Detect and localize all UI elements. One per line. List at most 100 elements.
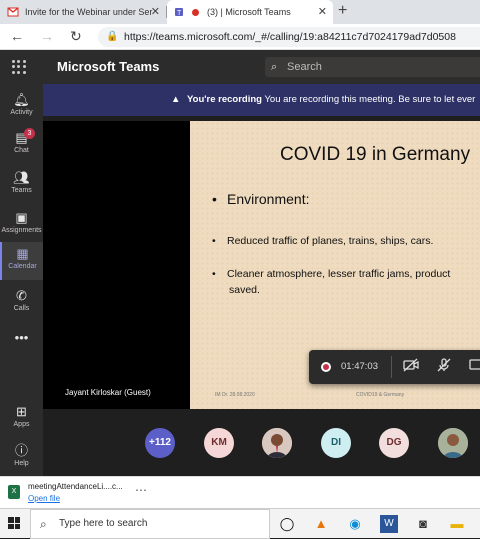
participant-name: Jayant Kirloskar (Guest)	[65, 388, 151, 397]
svg-text:T: T	[177, 10, 182, 17]
chat-icon: ▤	[15, 130, 28, 145]
slide-bullet-continued: saved.	[229, 284, 260, 296]
teams-people-icon: 👥︎	[13, 170, 30, 185]
slide-bullet: • Cleaner atmosphere, lesser traffic jams…	[212, 268, 451, 280]
app-launcher-icon[interactable]	[12, 60, 26, 74]
participant-photo-avatar[interactable]	[438, 428, 468, 458]
download-bar: X meetingAttendanceLi....c... Open file …	[0, 476, 480, 508]
recording-dot-icon	[192, 8, 199, 16]
rail-label: Calls	[13, 305, 30, 312]
new-tab-icon[interactable]: +	[338, 2, 347, 20]
meeting-timer: 01:47:03	[341, 361, 378, 372]
vlc-icon[interactable]: ▲	[312, 515, 330, 533]
close-tab-icon[interactable]: ✕	[318, 5, 327, 18]
app-rail: 🔔︎ Activity ▤ 3 Chat 👥︎ Teams ▣ Assignme…	[0, 84, 43, 476]
meeting-controls: 01:47:03	[309, 350, 480, 384]
phone-icon: ✆	[16, 288, 27, 303]
teams-header: Microsoft Teams ⌕ Search	[0, 50, 480, 84]
lock-icon: 🔒	[106, 31, 119, 42]
divider	[391, 356, 392, 378]
recording-banner-text: You are recording this meeting. Be sure …	[264, 94, 476, 105]
word-icon[interactable]: W	[380, 515, 398, 533]
assignments-icon: ▣	[15, 210, 28, 225]
search-icon: ⌕	[40, 517, 47, 531]
rail-label: Calendar	[8, 263, 37, 270]
rail-item-chat[interactable]: ▤ 3 Chat	[0, 126, 43, 164]
windows-taskbar: ⌕ Type here to search ◯ ▲ ◉ W ◙ ▬	[0, 508, 480, 539]
rail-item-apps[interactable]: ⊞ Apps	[0, 400, 43, 438]
browser-tab-teams[interactable]: T (3) | Microsoft Teams ✕	[167, 0, 333, 24]
windows-start-icon[interactable]	[8, 517, 20, 529]
camera-off-icon[interactable]	[403, 358, 419, 375]
slide-bullet: • Environment:	[212, 191, 310, 207]
browser-nav-bar: ← → ↻ 🔒 https://teams.microsoft.com/_#/c…	[0, 24, 480, 50]
calendar-icon: ▦	[16, 246, 29, 261]
back-arrow-icon[interactable]: ←	[10, 28, 24, 44]
rail-item-assignments[interactable]: ▣ Assignments	[0, 206, 43, 244]
rail-item-calls[interactable]: ✆ Calls	[0, 284, 43, 322]
app-title: Microsoft Teams	[57, 59, 160, 74]
app-icon[interactable]: ◙	[414, 515, 432, 533]
rail-item-teams[interactable]: 👥︎ Teams	[0, 166, 43, 204]
slide-footer-left: IM Dr. 28.08.2020	[215, 392, 255, 398]
meeting-stage: ▲ You're recording You are recording thi…	[43, 84, 480, 476]
close-tab-icon[interactable]: ✕	[151, 5, 160, 18]
slide-bullet-text: Cleaner atmosphere, lesser traffic jams,…	[227, 268, 451, 280]
bell-icon: 🔔︎	[13, 92, 30, 107]
mic-off-icon[interactable]	[437, 358, 451, 375]
taskbar-search-placeholder: Type here to search	[59, 518, 148, 529]
tab-title: Invite for the Webinar under Ser	[25, 7, 153, 17]
slide-bullet: • Reduced traffic of planes, trains, ship…	[212, 235, 434, 247]
search-placeholder: Search	[287, 61, 322, 73]
slide-bullet-text: Reduced traffic of planes, trains, ships…	[227, 235, 434, 247]
search-icon: ⌕	[271, 61, 278, 73]
more-dots-icon: •••	[14, 330, 29, 345]
forward-arrow-icon[interactable]: →	[40, 28, 54, 44]
rail-label: Apps	[13, 421, 30, 428]
rail-label: Teams	[11, 187, 32, 194]
rail-label: Activity	[10, 109, 33, 116]
rail-label: Help	[14, 460, 29, 467]
slide-footer-right: COVID19 & Germany	[356, 392, 405, 398]
recording-indicator-icon	[321, 362, 331, 372]
teams-icon: T	[175, 8, 183, 17]
task-view-icon[interactable]: ◯	[278, 515, 296, 533]
participant-photo-avatar[interactable]	[262, 428, 292, 458]
taskbar-search-input[interactable]: ⌕ Type here to search	[30, 509, 270, 539]
gmail-icon	[7, 7, 19, 17]
edge-icon[interactable]: ◉	[346, 515, 364, 533]
recording-banner-bold: You're recording	[187, 94, 262, 105]
participant-video[interactable]: Jayant Kirloskar (Guest)	[43, 121, 190, 409]
help-icon: ⓘ	[14, 443, 28, 458]
rail-item-help[interactable]: ⓘ Help	[0, 439, 43, 477]
rail-item-calendar[interactable]: ▦ Calendar	[0, 242, 43, 280]
participant-avatar-dg[interactable]: DG	[379, 428, 409, 458]
browser-tab-gmail[interactable]: Invite for the Webinar under Ser ✕	[0, 0, 166, 24]
url-text: https://teams.microsoft.com/_#/calling/1…	[124, 31, 456, 43]
rail-item-activity[interactable]: 🔔︎ Activity	[0, 88, 43, 126]
browser-tab-bar: Invite for the Webinar under Ser ✕ T (3)…	[0, 0, 480, 24]
apps-icon: ⊞	[16, 404, 27, 419]
share-screen-icon[interactable]	[469, 358, 480, 375]
warning-icon: ▲	[171, 94, 181, 105]
participant-avatar-km[interactable]: KM	[204, 428, 234, 458]
more-apps-button[interactable]: •••	[0, 326, 43, 364]
file-explorer-icon[interactable]: ▬	[448, 515, 466, 533]
rail-label: Assignments	[1, 227, 42, 234]
reload-icon[interactable]: ↻	[70, 28, 82, 45]
download-file-name[interactable]: meetingAttendanceLi....c...	[28, 482, 123, 491]
recording-banner: ▲ You're recording You are recording thi…	[43, 84, 480, 116]
slide-title: COVID 19 in Germany	[280, 144, 471, 165]
more-participants-button[interactable]: +112	[145, 428, 175, 458]
participant-avatar-di[interactable]: DI	[321, 428, 351, 458]
rail-label: Chat	[14, 147, 29, 154]
download-menu-icon[interactable]: ⋯	[135, 483, 147, 497]
tab-title: (3) | Microsoft Teams	[207, 7, 291, 17]
slide-bullet-text: Environment:	[227, 191, 310, 207]
chat-badge: 3	[24, 128, 35, 139]
address-bar[interactable]: 🔒 https://teams.microsoft.com/_#/calling…	[98, 27, 480, 47]
excel-file-icon: X	[8, 485, 20, 499]
open-file-link[interactable]: Open file	[28, 494, 60, 503]
search-input[interactable]: ⌕ Search	[265, 57, 480, 77]
participants-row: +112 KM DI DG	[43, 409, 480, 476]
